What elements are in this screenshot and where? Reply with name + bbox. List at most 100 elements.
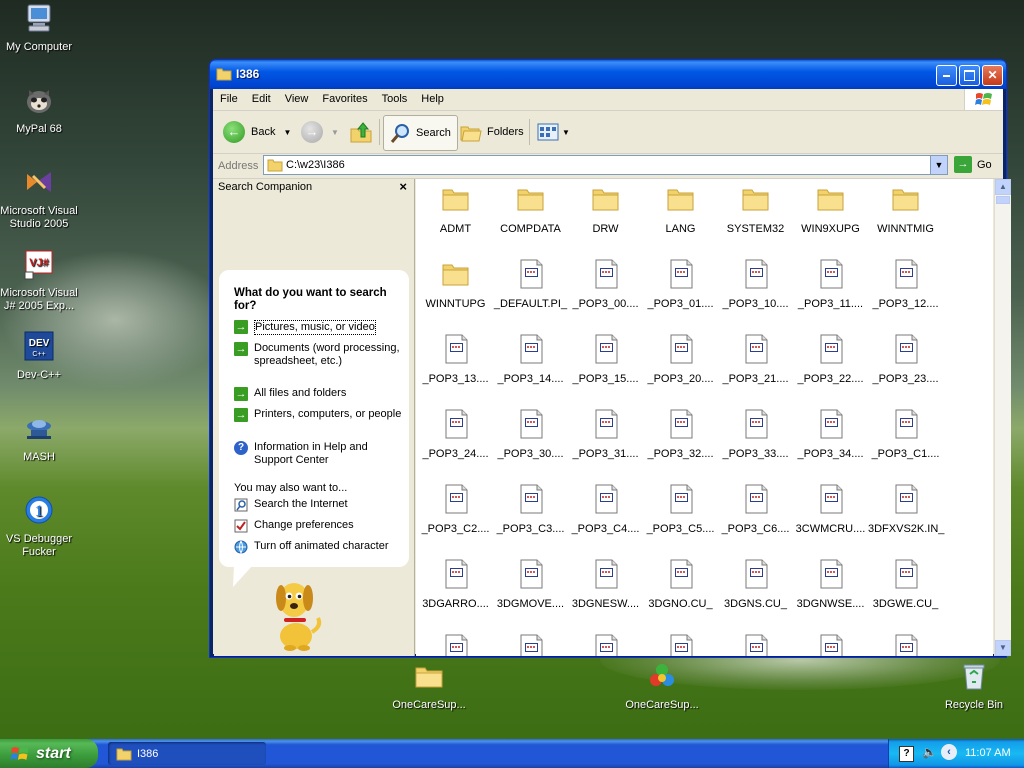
file-item[interactable] [493,633,568,656]
search-button[interactable]: Search [383,115,458,151]
option-change-preferences[interactable]: Change preferences [234,519,404,533]
file-item[interactable]: 3DGWE.CU_ [868,558,943,611]
option-printers[interactable]: → Printers, computers, or people [234,408,404,422]
option-all-files[interactable]: → All files and folders [234,387,404,401]
file-item[interactable]: _POP3_14.... [493,333,568,386]
back-button[interactable]: ← Back ▼ [223,117,291,147]
folder-item[interactable]: WINNTMIG [868,183,943,236]
folder-item[interactable]: LANG [643,183,718,236]
file-item[interactable]: _POP3_C2.... [418,483,493,536]
desktop-icon-mash[interactable]: MASH [0,412,81,464]
file-item[interactable] [418,633,493,656]
file-item[interactable]: _POP3_01.... [643,258,718,311]
address-dropdown-button[interactable]: ▼ [930,156,947,174]
file-item[interactable]: _POP3_15.... [568,333,643,386]
menu-favorites[interactable]: Favorites [315,89,374,105]
file-item[interactable]: _POP3_33.... [718,408,793,461]
desktop-icon-recycle-bin[interactable]: Recycle Bin [932,660,1016,712]
start-button[interactable]: start [0,739,98,768]
option-turn-off-character[interactable]: Turn off animated character [234,540,404,554]
clock[interactable]: 11:07 AM [965,747,1011,759]
option-pictures[interactable]: → Pictures, music, or video [234,320,404,335]
file-item[interactable]: _POP3_24.... [418,408,493,461]
desktop-icon-label: VS Debugger Fucker [5,533,73,558]
file-item[interactable]: _POP3_C4.... [568,483,643,536]
close-panel-button[interactable]: × [399,179,407,194]
file-item[interactable]: 3DGARRO.... [418,558,493,611]
file-item[interactable]: 3DGNO.CU_ [643,558,718,611]
taskbar-button-i386[interactable]: I386 [108,742,266,765]
file-item[interactable]: _POP3_C1.... [868,408,943,461]
option-search-internet[interactable]: Search the Internet [234,498,404,512]
address-input[interactable]: C:\w23\I386 ▼ [263,155,948,175]
file-item[interactable]: _POP3_32.... [643,408,718,461]
file-item[interactable]: _POP3_21.... [718,333,793,386]
forward-button[interactable]: → ▼ [301,117,339,147]
file-item[interactable]: _POP3_34.... [793,408,868,461]
file-item[interactable]: 3DGNS.CU_ [718,558,793,611]
views-button[interactable]: ▼ [537,117,570,147]
maximize-button[interactable] [959,65,980,86]
menu-edit[interactable]: Edit [245,89,278,105]
file-item[interactable] [718,633,793,656]
file-item[interactable] [793,633,868,656]
close-button[interactable]: ✕ [982,65,1003,86]
file-item[interactable]: _POP3_20.... [643,333,718,386]
option-documents[interactable]: → Documents (word processing, spreadsheet… [234,342,404,368]
file-item[interactable]: _POP3_11.... [793,258,868,311]
file-item[interactable]: 3DGMOVE.... [493,558,568,611]
desktop-icon-visual-studio[interactable]: Microsoft Visual Studio 2005 [0,166,81,231]
folder-item[interactable]: WIN9XUPG [793,183,868,236]
file-item[interactable]: 3CWMCRU.... [793,483,868,536]
help-tray-icon[interactable]: ? [899,746,914,762]
rover-dog-icon[interactable] [264,574,324,652]
speaker-icon[interactable]: 🔈 [922,745,937,759]
menu-tools[interactable]: Tools [375,89,415,105]
file-item[interactable]: _POP3_C3.... [493,483,568,536]
scroll-up-button[interactable]: ▲ [995,179,1011,195]
file-icon [745,634,767,656]
file-item[interactable]: _POP3_22.... [793,333,868,386]
folders-button[interactable]: Folders [459,117,524,147]
hidden-icons-chevron-icon[interactable]: ‹ [941,744,957,760]
go-button[interactable]: → Go [954,156,992,173]
file-item[interactable] [568,633,643,656]
up-folder-button[interactable] [349,117,373,147]
file-item[interactable]: _POP3_C5.... [643,483,718,536]
file-item[interactable]: _POP3_10.... [718,258,793,311]
file-item[interactable]: _POP3_C6.... [718,483,793,536]
desktop-icon-onecare-folder[interactable]: OneCareSup... [387,660,471,712]
file-item[interactable]: _POP3_31.... [568,408,643,461]
file-item[interactable]: _POP3_13.... [418,333,493,386]
folder-item[interactable]: WINNTUPG [418,258,493,311]
file-item[interactable]: 3DGNWSE.... [793,558,868,611]
minimize-button[interactable] [936,65,957,86]
title-bar[interactable]: I386 ✕ [210,60,1006,89]
menu-view[interactable]: View [278,89,316,105]
folder-item[interactable]: DRW [568,183,643,236]
menu-file[interactable]: File [213,89,245,105]
desktop-icon-my-computer[interactable]: My Computer [0,2,81,54]
folder-item[interactable]: ADMT [418,183,493,236]
vertical-scrollbar[interactable]: ▲ ▼ [994,179,1011,656]
desktop-icon-onecare-app[interactable]: OneCareSup... [620,660,704,712]
desktop-icon-visual-jsharp[interactable]: VJ# Microsoft Visual J# 2005 Exp... [0,248,81,313]
folder-item[interactable]: SYSTEM32 [718,183,793,236]
file-item[interactable]: _POP3_00.... [568,258,643,311]
file-item[interactable]: 3DFXVS2K.IN_ [868,483,944,536]
option-help[interactable]: ? Information in Help and Support Center [234,441,404,467]
file-item[interactable]: _POP3_12.... [868,258,943,311]
desktop-icon-mypal[interactable]: MyPal 68 [0,84,81,136]
scroll-down-button[interactable]: ▼ [995,640,1011,656]
menu-help[interactable]: Help [414,89,451,105]
desktop-icon-vs-debugger[interactable]: 1 VS Debugger Fucker [0,494,81,559]
file-item[interactable]: _DEFAULT.PI_ [493,258,568,311]
scroll-thumb[interactable] [996,196,1010,204]
file-item[interactable] [868,633,943,656]
file-item[interactable]: 3DGNESW.... [568,558,643,611]
file-item[interactable] [643,633,718,656]
file-item[interactable]: _POP3_30.... [493,408,568,461]
desktop-icon-devcpp[interactable]: DEV C++ Dev-C++ [0,330,81,382]
folder-item[interactable]: COMPDATA [493,183,568,236]
file-item[interactable]: _POP3_23.... [868,333,943,386]
